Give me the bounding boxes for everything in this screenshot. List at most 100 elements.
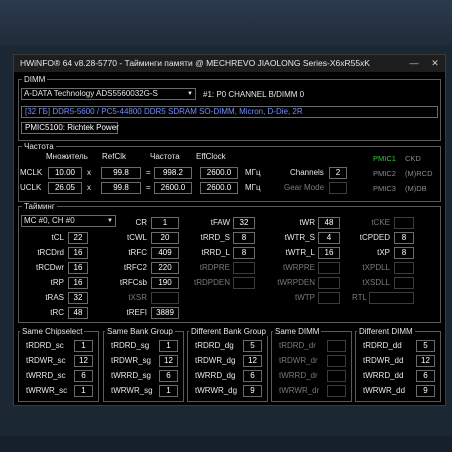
timing-value-rtl [369, 292, 414, 304]
minimize-icon[interactable]: — [406, 57, 422, 69]
timing-label-tcpded: tCPDED [359, 233, 390, 242]
label-trdwr-sg: tRDWR_sg [111, 356, 152, 365]
timing-label-twtr_l: tWTR_L [285, 248, 315, 257]
same-dimm-label: Same DIMM [273, 327, 322, 336]
timing-label-trfcsb: tRFCsb [119, 278, 147, 287]
timing-value-twtr_l: 16 [318, 247, 340, 259]
timing-value-tras: 32 [68, 292, 88, 304]
timing-value-twrpden [318, 277, 340, 289]
timing-value-trp: 16 [68, 277, 88, 289]
uclk-eq: = [146, 183, 151, 192]
label-twrrd-dr: tWRRD_dr [279, 371, 318, 380]
timing-label-twtp: tWTP [295, 293, 315, 302]
timing-value-trrd_s: 8 [233, 232, 255, 244]
timing-value-twrpre [318, 262, 340, 274]
timing-label-trfc: tRFC [128, 248, 147, 257]
label-twrrd-dg: tWRRD_dg [195, 371, 236, 380]
value-twrwr-sc: 1 [74, 385, 93, 397]
timing-value-trdpre [233, 262, 255, 274]
uclk-effclock: 2600.0 [200, 182, 238, 194]
taskbar-strip [0, 436, 452, 452]
value-twrrd-dr [327, 370, 346, 382]
mclk-x: x [87, 168, 91, 177]
label-twrrd-sg: tWRRD_sg [111, 371, 152, 380]
timing-label-tras: tRAS [45, 293, 64, 302]
timing-label-trp: tRP [50, 278, 64, 287]
timing-label-trfc2: tRFC2 [123, 263, 147, 272]
hwinfo-memory-timings-window: HWiNFO® 64 v8.28-5770 - Тайминги памяти … [13, 54, 446, 406]
desktop-background [0, 0, 452, 46]
value-twrwr-sg: 1 [159, 385, 178, 397]
label-trdwr-dd: tRDWR_dd [363, 356, 404, 365]
mclk-effclock: 2600.0 [200, 167, 238, 179]
timing-value-trcdwr: 16 [68, 262, 88, 274]
timing-label-trrd_s: tRRD_S [200, 233, 230, 242]
timing-label-trcdwr: tRCDwr [36, 263, 64, 272]
diff-dimm-label: Different DIMM [357, 327, 415, 336]
mrcd-indicator: (M)RCD [405, 169, 433, 178]
uclk-unit: МГц [245, 183, 261, 192]
timing-value-tcwl: 20 [151, 232, 179, 244]
same-bank-group-label: Same Bank Group [105, 327, 175, 336]
value-trdwr-dr [327, 355, 346, 367]
value-trdwr-dg: 12 [243, 355, 262, 367]
timing-label-tcl: tCL [51, 233, 64, 242]
mclk-label: MCLK [20, 168, 43, 177]
timing-value-twr: 48 [318, 217, 340, 229]
timing-label-trcdrd: tRCDrd [37, 248, 64, 257]
dimm-module-select[interactable]: A-DATA Technology ADS5560032G-S ▼ [21, 88, 196, 100]
value-trdrd-dr [327, 340, 346, 352]
timing-value-tfaw: 32 [233, 217, 255, 229]
window-title: HWiNFO® 64 v8.28-5770 - Тайминги памяти … [20, 58, 370, 68]
value-twrwr-dg: 9 [243, 385, 262, 397]
dimm-slot: #1: P0 CHANNEL B/DIMM 0 [203, 90, 305, 99]
value-trdrd-sg: 1 [159, 340, 178, 352]
value-trdwr-sc: 12 [74, 355, 93, 367]
timing-label-twr: tWR [299, 218, 315, 227]
label-twrwr-dd: tWRWR_dd [363, 386, 406, 395]
mdb-indicator: (M)DB [405, 184, 427, 193]
timing-label-cr: CR [135, 218, 147, 227]
dimm-group-label: DIMM [22, 75, 48, 84]
timing-value-trc: 48 [68, 307, 88, 319]
label-twrrd-sc: tWRRD_sc [26, 371, 66, 380]
timing-label-tcke: tCKE [371, 218, 390, 227]
timing-label-twrpden: tWRPDEN [277, 278, 315, 287]
gearmode-value [329, 182, 347, 194]
timing-label-trdpre: tRDPRE [199, 263, 230, 272]
timing-value-tcpded: 8 [394, 232, 414, 244]
pmic2-indicator: PMIC2 [373, 169, 396, 178]
label-twrwr-dg: tWRWR_dg [195, 386, 238, 395]
timing-value-trefi: 3889 [151, 307, 179, 319]
value-twrrd-sc: 6 [74, 370, 93, 382]
channels-value: 2 [329, 167, 347, 179]
timing-value-trfc: 409 [151, 247, 179, 259]
uclk-frequency: 2600.0 [154, 182, 192, 194]
close-icon[interactable]: ✕ [427, 57, 443, 69]
uclk-label: UCLK [20, 183, 42, 192]
col-frequency: Частота [150, 152, 180, 161]
label-trdrd-sc: tRDRD_sc [26, 341, 64, 350]
timing-value-trfcsb: 190 [151, 277, 179, 289]
timing-value-cr: 1 [151, 217, 179, 229]
value-trdrd-dg: 5 [243, 340, 262, 352]
title-bar[interactable]: HWiNFO® 64 v8.28-5770 - Тайминги памяти … [14, 55, 445, 72]
dimm-description: [32 ГБ] DDR5-5600 / PC5-44800 DDR5 SDRAM… [21, 106, 438, 118]
label-trdwr-dr: tRDWR_dr [279, 356, 318, 365]
value-twrrd-dg: 6 [243, 370, 262, 382]
uclk-x: x [87, 183, 91, 192]
label-trdwr-dg: tRDWR_dg [195, 356, 236, 365]
frequency-group-label: Частота [22, 142, 56, 151]
value-twrwr-dd: 9 [416, 385, 435, 397]
uclk-multiplier: 26.05 [48, 182, 82, 194]
mc-channel-select[interactable]: MC #0, CH #0 ▼ [21, 215, 116, 227]
timing-label-rtl: RTL [352, 293, 367, 302]
value-trdwr-dd: 12 [416, 355, 435, 367]
uclk-refclk: 99.8 [101, 182, 141, 194]
pmic3-indicator: PMIC3 [373, 184, 396, 193]
mclk-eq: = [146, 168, 151, 177]
label-twrwr-sg: tWRWR_sg [111, 386, 153, 395]
mc-channel-value: MC #0, CH #0 [24, 216, 75, 225]
timing-label-txp: tXP [377, 248, 390, 257]
label-trdrd-dd: tRDRD_dd [363, 341, 402, 350]
